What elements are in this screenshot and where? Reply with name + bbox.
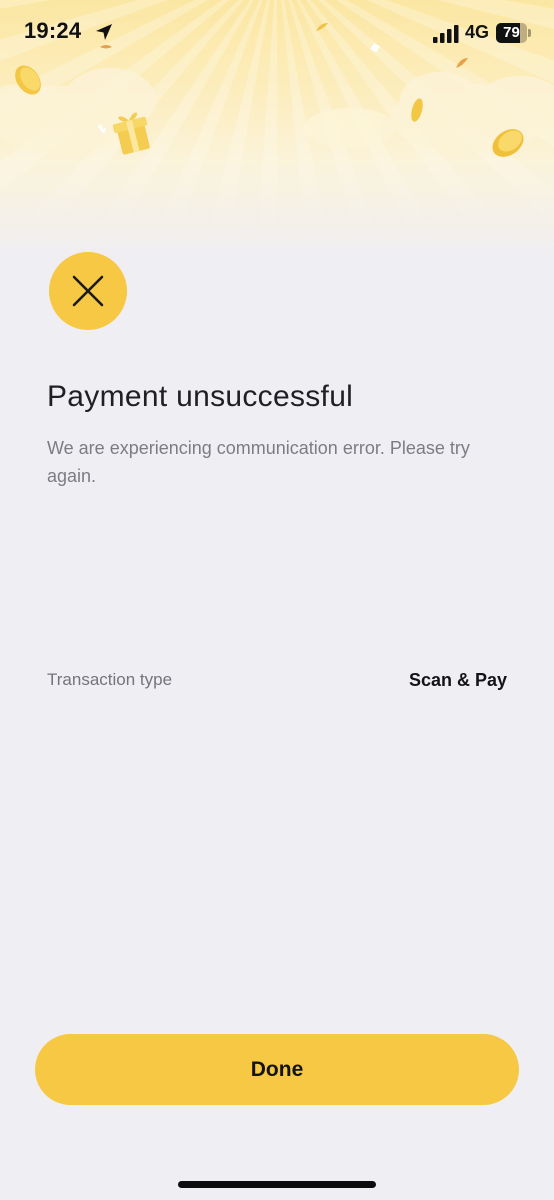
network-type: 4G [465,22,490,42]
detail-label: Transaction type [47,670,173,689]
page-title: Payment unsuccessful [47,380,354,413]
location-arrow-icon [96,24,112,40]
battery-percent: 79 [503,24,520,41]
status-time: 19:24 [24,18,82,43]
battery-icon: 79 [496,23,532,43]
close-icon [72,275,104,307]
done-button[interactable]: Done [35,1034,519,1105]
error-message: We are experiencing communication error.… [47,438,470,486]
error-status-badge [49,252,127,330]
battery-cap [528,29,531,37]
detail-row-transaction-type: Transaction type Scan & Pay [47,670,507,696]
cellular-signal-icon [433,25,459,43]
status-bar: 19:24 4G 79 [0,0,554,64]
battery-body: 79 [496,23,527,43]
home-indicator[interactable] [178,1181,376,1188]
detail-value: Scan & Pay [408,670,507,690]
